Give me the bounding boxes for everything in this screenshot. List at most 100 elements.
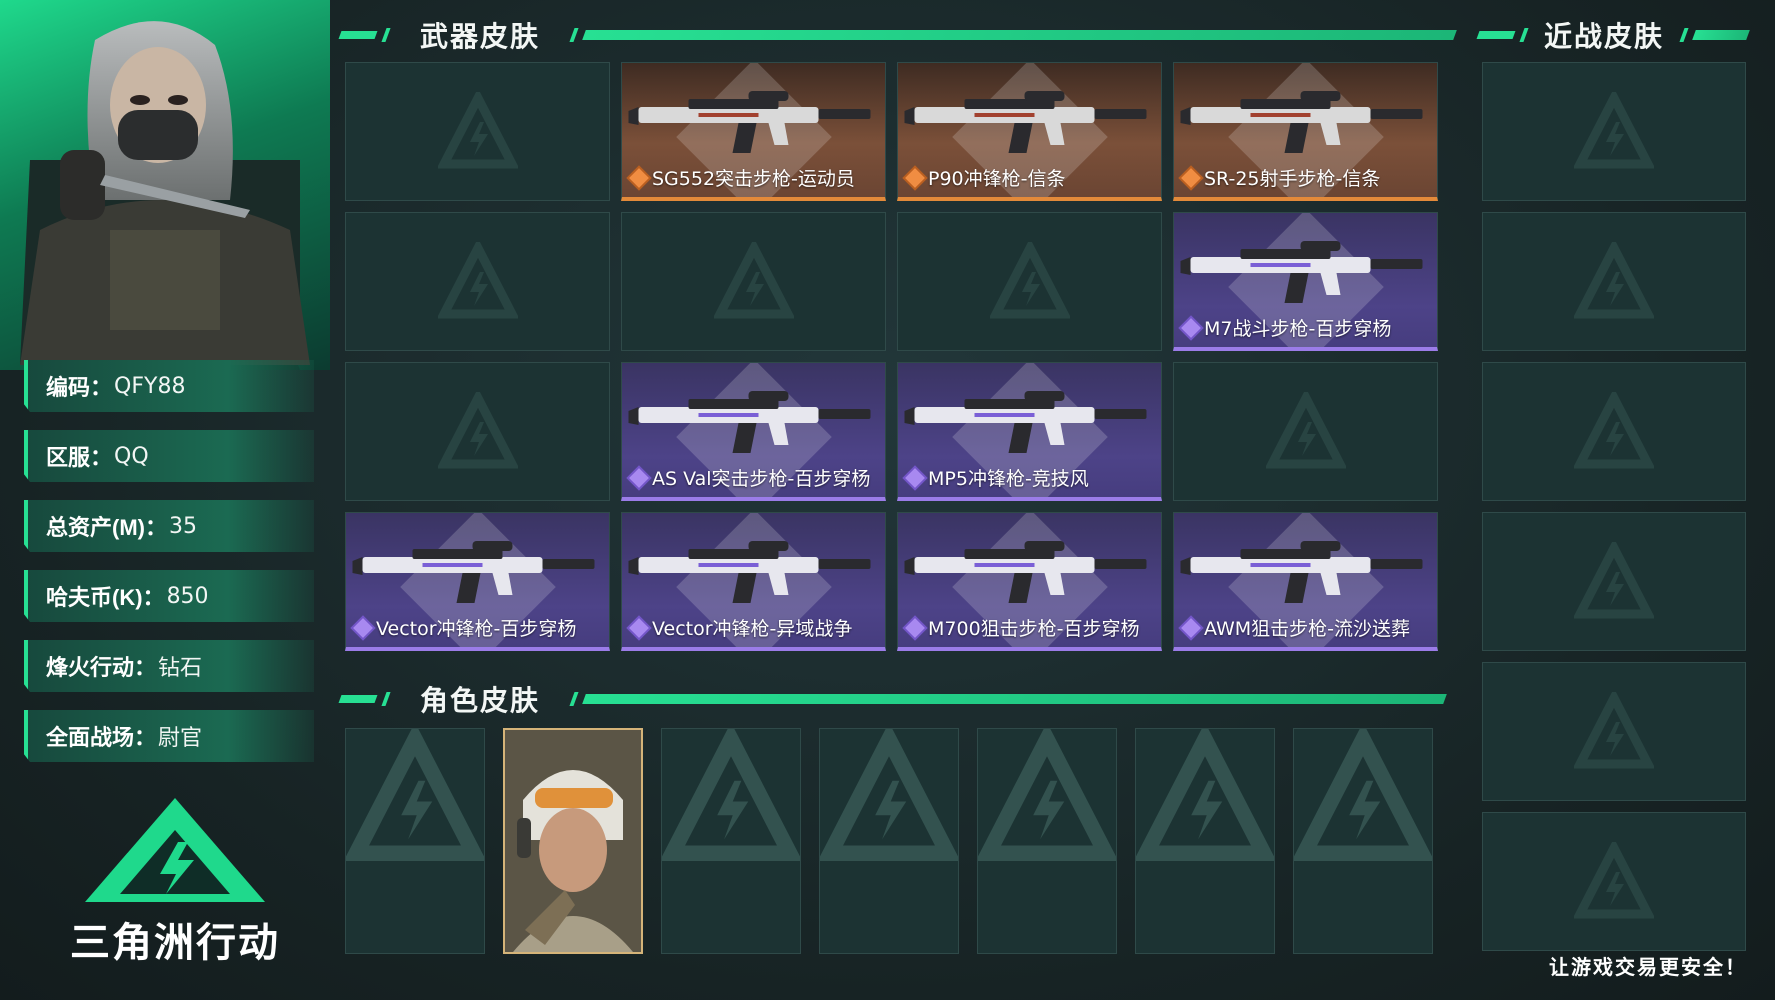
melee-grid — [1482, 62, 1748, 957]
weapon-label: Vector冲锋枪-异域战争 — [629, 614, 853, 641]
weapon-card[interactable] — [1173, 362, 1438, 501]
rarity-gem-icon — [1181, 617, 1201, 638]
weapon-card[interactable]: SR-25射手步枪-信条 — [1173, 62, 1438, 201]
weapon-label: AS Val突击步枪-百步穿杨 — [629, 464, 871, 491]
character-card[interactable] — [977, 728, 1117, 954]
placeholder-delta-icon — [437, 91, 518, 168]
weapon-label: M700狙击步枪-百步穿杨 — [905, 614, 1140, 641]
placeholder-delta-icon — [1136, 729, 1274, 861]
info-key: 全面战场 — [46, 725, 135, 750]
placeholder-delta-icon — [713, 241, 794, 318]
info-key: 哈夫币(K) — [46, 585, 143, 610]
placeholder-delta-icon — [662, 729, 800, 861]
weapon-card[interactable]: Vector冲锋枪-异域战争 — [621, 512, 886, 651]
rarity-gem-icon — [905, 617, 925, 638]
weapon-grid: SG552突击步枪-运动员 P90冲锋枪-信条 SR-25射手步枪-信条 M7战… — [345, 62, 1443, 652]
header-bar — [582, 694, 1447, 704]
character-section-header: 角色皮肤 — [338, 678, 1447, 720]
melee-card[interactable] — [1482, 212, 1746, 351]
character-card[interactable] — [1135, 728, 1275, 954]
header-bar — [582, 30, 1457, 40]
info-sep: ： — [90, 375, 113, 400]
game-logo: 三角洲行动 — [60, 790, 290, 970]
info-sep: ： — [134, 655, 157, 680]
header-accent — [381, 692, 391, 706]
info-row-code: 编码： QFY88 — [24, 360, 314, 412]
rarity-gem-icon — [629, 167, 649, 188]
character-card[interactable] — [1293, 728, 1433, 954]
weapon-name: Vector冲锋枪-百步穿杨 — [376, 618, 577, 640]
weapon-card[interactable] — [345, 212, 610, 351]
info-value: QQ — [114, 443, 149, 469]
weapon-label: P90冲锋枪-信条 — [905, 164, 1066, 191]
info-key: 区服 — [46, 445, 91, 470]
weapon-card[interactable] — [897, 212, 1162, 351]
weapon-card[interactable]: M7战斗步枪-百步穿杨 — [1173, 212, 1438, 351]
info-key: 烽火行动 — [46, 655, 135, 680]
info-key: 编码 — [46, 375, 91, 400]
weapon-name: P90冲锋枪-信条 — [928, 168, 1066, 190]
placeholder-delta-icon — [346, 729, 484, 861]
weapon-card[interactable]: P90冲锋枪-信条 — [897, 62, 1162, 201]
placeholder-delta-icon — [1574, 241, 1654, 318]
info-sep: ： — [90, 445, 113, 470]
info-key: 总资产(M) — [46, 515, 145, 540]
info-sep: ： — [144, 515, 167, 540]
character-card[interactable] — [503, 728, 643, 954]
placeholder-delta-icon — [1574, 841, 1654, 918]
weapon-name: AS Val突击步枪-百步穿杨 — [652, 468, 871, 490]
weapon-image — [628, 541, 871, 603]
weapon-image — [904, 541, 1147, 603]
placeholder-delta-icon — [1574, 91, 1654, 168]
header-accent — [569, 692, 579, 706]
weapon-card[interactable]: AS Val突击步枪-百步穿杨 — [621, 362, 886, 501]
melee-section-title: 近战皮肤 — [1544, 21, 1665, 52]
character-card[interactable] — [345, 728, 485, 954]
rarity-gem-icon — [1181, 317, 1201, 338]
weapon-image — [1180, 241, 1423, 303]
weapon-name: Vector冲锋枪-异域战争 — [652, 618, 853, 640]
weapon-card[interactable]: M700狙击步枪-百步穿杨 — [897, 512, 1162, 651]
header-accent — [1519, 28, 1529, 42]
placeholder-delta-icon — [1265, 391, 1346, 468]
character-card[interactable] — [819, 728, 959, 954]
info-row-operation-rank: 烽火行动：钻石 — [24, 640, 314, 692]
weapon-label: MP5冲锋枪-竞技风 — [905, 464, 1089, 491]
delta-logo-icon — [85, 798, 265, 902]
header-accent — [338, 695, 378, 703]
info-value: 850 — [166, 583, 209, 609]
weapon-name: MP5冲锋枪-竞技风 — [928, 468, 1089, 490]
header-accent — [338, 31, 378, 39]
rarity-gem-icon — [905, 167, 925, 188]
character-card[interactable] — [661, 728, 801, 954]
weapon-card[interactable] — [345, 62, 610, 201]
melee-card[interactable] — [1482, 812, 1746, 951]
placeholder-delta-icon — [1574, 691, 1654, 768]
placeholder-delta-icon — [1574, 541, 1654, 618]
melee-card[interactable] — [1482, 62, 1746, 201]
weapon-card[interactable]: AWM狙击步枪-流沙送葬 — [1173, 512, 1438, 651]
character-portrait — [505, 730, 641, 952]
weapon-label: M7战斗步枪-百步穿杨 — [1181, 314, 1391, 341]
weapon-image — [628, 391, 871, 453]
header-accent — [569, 28, 579, 42]
info-sep: ： — [142, 585, 165, 610]
weapon-card[interactable] — [621, 212, 886, 351]
weapon-image — [904, 91, 1147, 153]
info-row-server: 区服： QQ — [24, 430, 314, 482]
weapon-card[interactable]: Vector冲锋枪-百步穿杨 — [345, 512, 610, 651]
melee-card[interactable] — [1482, 362, 1746, 501]
weapon-card[interactable] — [345, 362, 610, 501]
melee-card[interactable] — [1482, 512, 1746, 651]
operator-portrait — [20, 21, 310, 365]
weapon-card[interactable]: SG552突击步枪-运动员 — [621, 62, 886, 201]
info-sep: ： — [134, 725, 157, 750]
character-grid — [345, 728, 1445, 956]
weapon-card[interactable]: MP5冲锋枪-竞技风 — [897, 362, 1162, 501]
weapon-name: SR-25射手步枪-信条 — [1204, 168, 1381, 190]
melee-card[interactable] — [1482, 662, 1746, 801]
info-value: QFY88 — [114, 373, 186, 399]
header-accent — [381, 28, 391, 42]
placeholder-delta-icon — [437, 391, 518, 468]
placeholder-delta-icon — [820, 729, 958, 861]
